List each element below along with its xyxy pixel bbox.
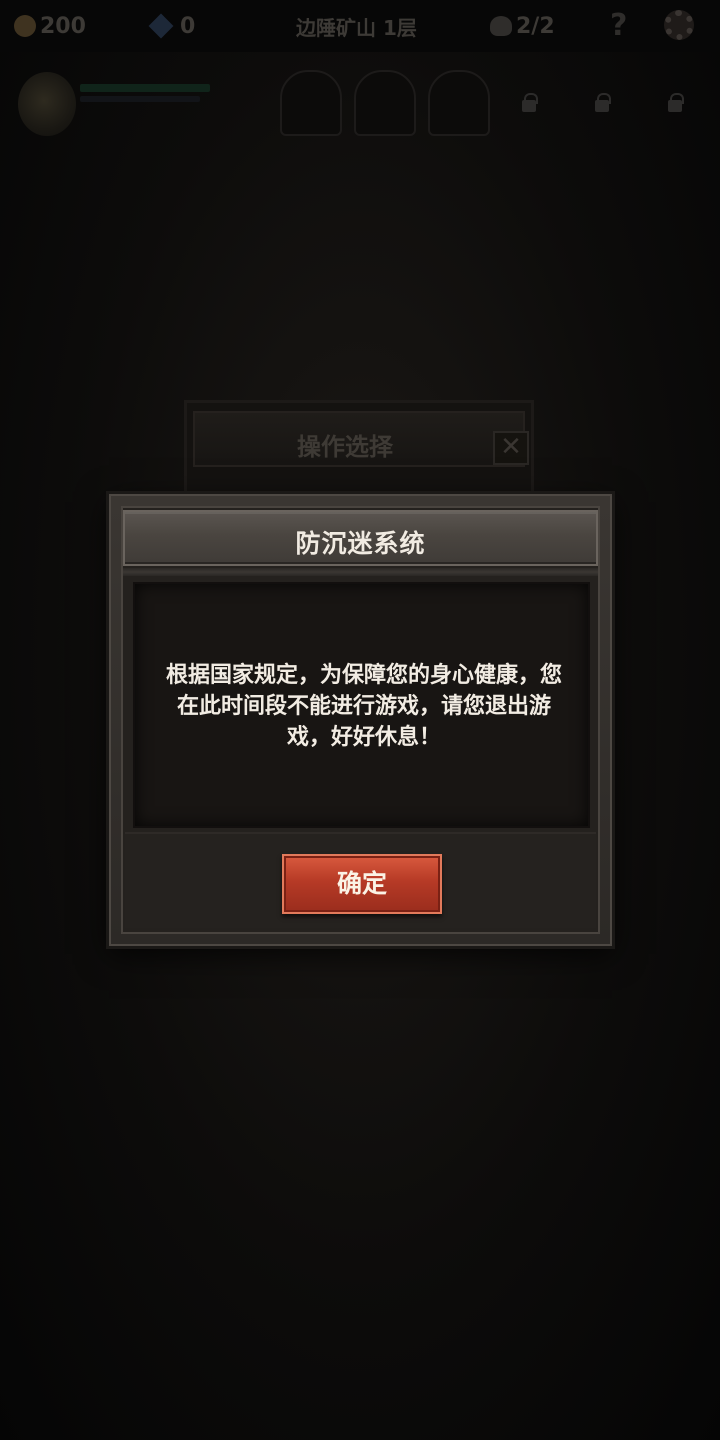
coin-amount: 200: [40, 13, 86, 39]
hero-slot[interactable]: [280, 70, 342, 136]
lock-icon: [522, 93, 538, 112]
close-icon[interactable]: ✕: [493, 431, 529, 465]
gem-counter: 0: [148, 12, 196, 40]
operation-select-header: 操作选择 ✕: [193, 411, 529, 467]
hero-slot[interactable]: [428, 70, 490, 136]
dialog-content: 根据国家规定，为保障您的身心健康，您在此时间段不能进行游戏，请您退出游戏，好好休…: [133, 582, 590, 828]
skull-icon: [490, 16, 512, 36]
location-label: 边陲矿山 1层: [296, 15, 417, 40]
operation-select-title: 操作选择: [297, 433, 393, 461]
skull-counter: 2/2: [490, 12, 555, 40]
coin-counter: 200: [14, 12, 86, 40]
hero-slot[interactable]: [354, 70, 416, 136]
top-hud: 200 0 边陲矿山 1层 2/2 ?: [0, 0, 720, 52]
lock-icon: [668, 93, 684, 112]
dialog-message: 根据国家规定，为保障您的身心健康，您在此时间段不能进行游戏，请您退出游戏，好好休…: [165, 663, 562, 750]
skull-amount: 2/2: [516, 13, 555, 39]
confirm-button[interactable]: 确定: [282, 854, 442, 914]
hero-bar: [0, 60, 720, 150]
coin-icon: [14, 15, 36, 37]
dialog-header: 防沉迷系统: [123, 510, 598, 566]
hero-mana-bar: [80, 96, 200, 102]
hero-health-bar: [80, 84, 210, 92]
header-divider: [123, 568, 598, 576]
settings-icon[interactable]: [664, 10, 694, 40]
gem-icon: [148, 13, 174, 39]
dialog-title: 防沉迷系统: [295, 529, 426, 558]
lock-icon: [595, 93, 611, 112]
hero-avatar[interactable]: [18, 72, 76, 136]
help-icon[interactable]: ?: [610, 8, 627, 43]
gem-amount: 0: [180, 13, 196, 39]
anti-addiction-dialog: 防沉迷系统 根据国家规定，为保障您的身心健康，您在此时间段不能进行游戏，请您退出…: [109, 494, 612, 946]
